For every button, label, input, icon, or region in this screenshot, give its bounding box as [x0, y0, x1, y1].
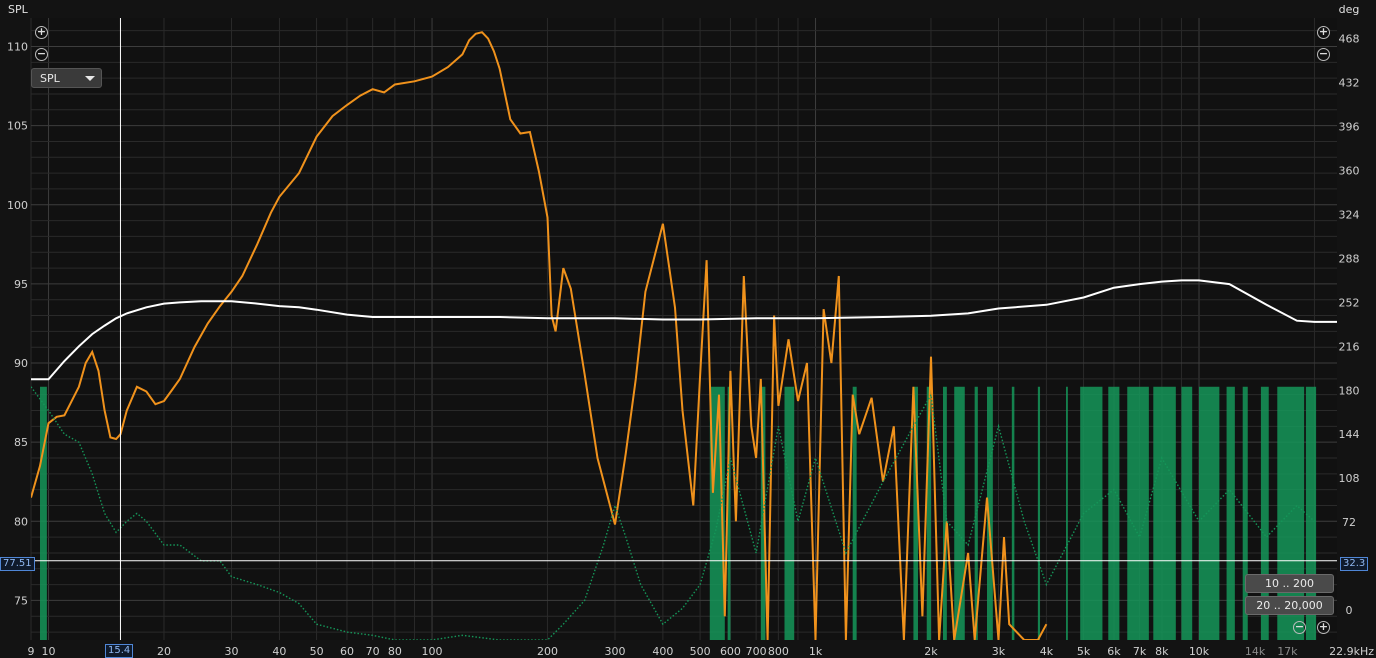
chart-canvas[interactable]: 9 10 20 30 40 50 60 70 80 100 200 300 400 500 600 700 80… [0, 0, 1376, 658]
chevron-down-icon [85, 76, 95, 81]
zoom-in-icon[interactable]: + [35, 26, 48, 39]
y2-tick-label: 360 [1339, 165, 1360, 178]
y2-tick-label: 252 [1339, 296, 1360, 309]
y-tick-label: 85 [14, 436, 28, 449]
zoom-out-icon[interactable]: − [1293, 621, 1306, 634]
y2-tick-label: 0 [1346, 604, 1353, 617]
y-tick-label: 95 [14, 278, 28, 291]
y2-tick-label: 72 [1342, 516, 1356, 529]
x-tick-label: 4k [1040, 645, 1054, 658]
y2-tick-label: 144 [1339, 428, 1360, 441]
x-tick-label: 5k [1077, 645, 1091, 658]
y2-axis-title: deg [1339, 3, 1360, 16]
y2-tick-label: 288 [1339, 252, 1360, 265]
x-tick-label: 50 [310, 645, 324, 658]
y-tick-label: 110 [7, 40, 28, 53]
x-tick-label: 700 [746, 645, 767, 658]
range-20-20000-button[interactable]: 20 .. 20,000 [1245, 596, 1334, 615]
x-tick-label: 600 [720, 645, 741, 658]
distortion-band [40, 386, 47, 640]
y2-tick-label: 468 [1339, 33, 1360, 46]
x-tick-label: 17k [1277, 645, 1298, 658]
range-10-200-button[interactable]: 10 .. 200 [1245, 574, 1334, 593]
x-tick-label: 200 [537, 645, 558, 658]
y2-tick-label: 324 [1339, 209, 1360, 222]
y2-tick-label: 108 [1339, 472, 1360, 485]
y-axis-title: SPL [8, 3, 29, 16]
distortion-band [1226, 386, 1235, 640]
distortion-band [1153, 386, 1176, 640]
cursor-right-readout: 32.3 [1340, 557, 1369, 571]
distortion-band [943, 386, 947, 640]
x-tick-label: 10k [1189, 645, 1210, 658]
x-tick-label: 70 [366, 645, 380, 658]
x-tick-label: 20 [157, 645, 171, 658]
measurement-select[interactable]: SPL [31, 68, 102, 88]
x-tick-label: 400 [652, 645, 673, 658]
distortion-band [1066, 386, 1068, 640]
x-tick-label: 30 [225, 645, 239, 658]
distortion-band [1037, 386, 1041, 640]
distortion-band [1199, 386, 1220, 640]
x-tick-label: 60 [340, 645, 354, 658]
measurement-select-label: SPL [40, 72, 60, 85]
x-tick-label: 300 [605, 645, 626, 658]
y2-tick-label: 396 [1339, 121, 1360, 134]
x-tick-label: 800 [768, 645, 789, 658]
zoom-in-icon[interactable]: + [1317, 26, 1330, 39]
x-tick-label: 2k [924, 645, 938, 658]
zoom-out-icon[interactable]: − [1317, 48, 1330, 61]
y2-tick-label: 432 [1339, 77, 1360, 90]
x-tick-label: 100 [422, 645, 443, 658]
x-tick-label: 1k [809, 645, 823, 658]
x-unit-label: 22.9kHz [1329, 645, 1374, 658]
distortion-band [1127, 386, 1149, 640]
x-tick-label: 9 [28, 645, 35, 658]
y-tick-label: 100 [7, 199, 28, 212]
cursor-level-readout: 77.51 [0, 557, 35, 571]
y2-tick-label: 180 [1339, 384, 1360, 397]
x-tick-label: 80 [388, 645, 402, 658]
x-tick-label: 6k [1107, 645, 1121, 658]
distortion-band [784, 386, 795, 640]
y-tick-label: 75 [14, 594, 28, 607]
distortion-band [852, 386, 857, 640]
x-tick-label: 8k [1155, 645, 1169, 658]
x-tick-label: 3k [992, 645, 1006, 658]
y-tick-label: 90 [14, 357, 28, 370]
zoom-in-icon[interactable]: + [1317, 621, 1330, 634]
x-tick-label: 10 [42, 645, 56, 658]
y-tick-label: 105 [7, 120, 28, 133]
y-tick-label: 80 [14, 515, 28, 528]
zoom-out-icon[interactable]: − [35, 48, 48, 61]
distortion-band [1181, 386, 1193, 640]
distortion-band [1011, 386, 1015, 640]
y2-tick-label: 216 [1339, 340, 1360, 353]
x-tick-label: 40 [272, 645, 286, 658]
x-tick-label: 500 [690, 645, 711, 658]
x-tick-label: 14k [1245, 645, 1266, 658]
x-tick-label: 7k [1133, 645, 1147, 658]
distortion-band [1108, 386, 1120, 640]
cursor-frequency-readout: 15.4 [105, 644, 134, 658]
